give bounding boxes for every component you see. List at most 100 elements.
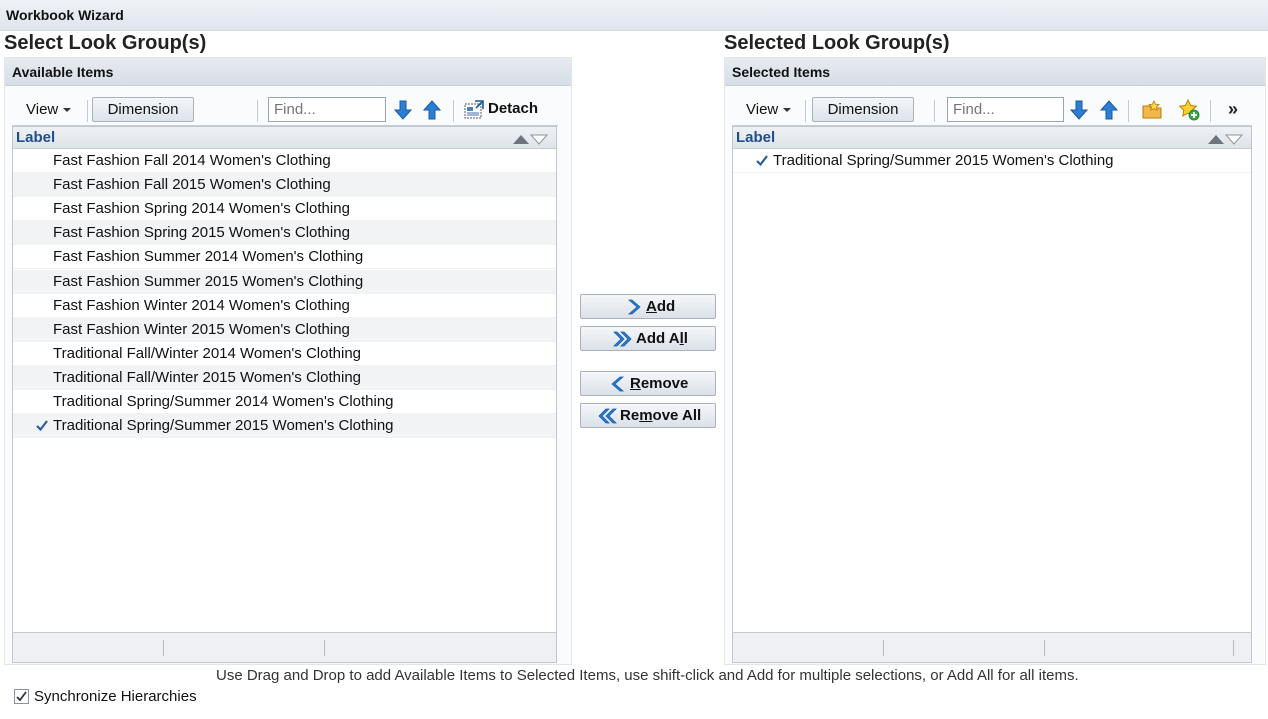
list-item-label: Fast Fashion Summer 2014 Women's Clothin… <box>53 248 364 266</box>
selected-items-title: Selected Items <box>732 64 831 80</box>
available-items-title: Available Items <box>12 64 114 80</box>
list-item-label: Fast Fashion Spring 2014 Women's Clothin… <box>53 200 350 218</box>
selected-items-table: Label Traditional Spring/Summer 2015 Wom… <box>732 126 1252 663</box>
list-item[interactable]: Fast Fashion Spring 2014 Women's Clothin… <box>13 197 556 222</box>
arrow-down-icon[interactable] <box>1068 99 1090 121</box>
view-menu[interactable]: View <box>26 101 72 118</box>
list-item-label: Traditional Spring/Summer 2015 Women's C… <box>53 417 394 435</box>
list-item-label: Traditional Spring/Summer 2015 Women's C… <box>773 152 1114 169</box>
list-item-label: Fast Fashion Winter 2015 Women's Clothin… <box>53 320 350 338</box>
chevron-down-icon <box>63 108 72 113</box>
synchronize-hierarchies-label: Synchronize Hierarchies <box>34 688 197 705</box>
checkmark-icon <box>16 691 27 702</box>
list-item-label: Fast Fashion Fall 2015 Women's Clothing <box>53 176 331 194</box>
sort-descending-icon <box>529 134 549 145</box>
list-item-label: Fast Fashion Spring 2015 Women's Clothin… <box>53 224 350 242</box>
list-item[interactable]: Fast Fashion Summer 2015 Women's Clothin… <box>13 269 556 294</box>
dimension-button[interactable]: Dimension <box>92 97 194 122</box>
toolbar-separator <box>934 100 935 122</box>
toolbar-separator <box>1210 100 1211 122</box>
available-items-table: Label Fast Fashion Fall 2014 Women's Clo… <box>12 126 557 663</box>
detach-icon <box>464 100 484 124</box>
sort-arrows[interactable] <box>1207 132 1244 150</box>
find-input[interactable] <box>268 97 386 122</box>
table-header: Label <box>13 127 556 149</box>
label-column-header[interactable]: Label <box>16 129 55 146</box>
add-label: Add <box>646 298 676 315</box>
toolbar-separator <box>805 100 806 122</box>
sort-arrows[interactable] <box>512 132 549 150</box>
list-item[interactable]: Traditional Fall/Winter 2015 Women's Clo… <box>13 365 556 390</box>
list-item[interactable]: Traditional Spring/Summer 2014 Women's C… <box>13 390 556 414</box>
available-items-toolbar: View Dimension Detach <box>12 96 558 126</box>
arrow-down-icon[interactable] <box>392 99 414 121</box>
available-items-header: Available Items <box>5 58 571 86</box>
list-item[interactable]: Fast Fashion Fall 2014 Women's Clothing <box>13 149 556 173</box>
arrow-up-icon[interactable] <box>1098 99 1120 121</box>
remove-label: Remove <box>630 375 689 392</box>
table-header: Label <box>733 127 1251 149</box>
view-menu[interactable]: View <box>746 101 792 118</box>
table-status-bar <box>13 632 556 662</box>
chevron-left-icon <box>610 375 626 397</box>
remove-all-button[interactable]: Remove All <box>580 403 716 428</box>
add-all-label: Add All <box>636 330 688 347</box>
status-separator <box>163 640 164 656</box>
toolbar-separator <box>87 100 88 122</box>
checkbox-box[interactable] <box>14 689 29 704</box>
double-chevron-left-icon <box>596 407 618 429</box>
dimension-button[interactable]: Dimension <box>812 97 914 122</box>
list-item[interactable]: Traditional Spring/Summer 2015 Women's C… <box>733 149 1251 173</box>
chevron-right-icon <box>626 298 642 320</box>
folder-star-icon[interactable] <box>1141 99 1163 121</box>
add-button[interactable]: Add <box>580 294 716 319</box>
drag-drop-hint: Use Drag and Drop to add Available Items… <box>216 667 1079 684</box>
list-item-label: Traditional Fall/Winter 2014 Women's Clo… <box>53 344 361 362</box>
list-item[interactable]: Fast Fashion Fall 2015 Women's Clothing <box>13 173 556 198</box>
list-item-label: Fast Fashion Winter 2014 Women's Clothin… <box>53 296 350 314</box>
list-item[interactable]: Fast Fashion Spring 2015 Women's Clothin… <box>13 221 556 246</box>
list-item-label: Fast Fashion Summer 2015 Women's Clothin… <box>53 272 364 290</box>
more-toolbar-button[interactable]: » <box>1228 99 1238 120</box>
double-chevron-right-icon <box>612 330 634 352</box>
list-item-label: Fast Fashion Fall 2014 Women's Clothing <box>53 152 331 169</box>
find-input[interactable] <box>947 97 1064 122</box>
status-separator <box>324 640 325 656</box>
status-separator <box>1044 640 1045 656</box>
checkmark-icon <box>755 153 769 171</box>
status-separator <box>1233 640 1234 656</box>
window-titlebar: Workbook Wizard <box>0 0 1268 31</box>
list-item-label: Traditional Fall/Winter 2015 Women's Clo… <box>53 368 361 386</box>
label-column-header[interactable]: Label <box>736 129 775 146</box>
checkmark-icon <box>35 418 49 436</box>
arrow-up-icon[interactable] <box>421 99 443 121</box>
add-all-button[interactable]: Add All <box>580 326 716 351</box>
list-item[interactable]: Fast Fashion Summer 2014 Women's Clothin… <box>13 245 556 270</box>
selected-items-panel: Selected Items View Dimension Find... » … <box>724 57 1266 665</box>
add-favorite-icon[interactable] <box>1178 99 1200 121</box>
list-item[interactable]: Fast Fashion Winter 2015 Women's Clothin… <box>13 317 556 342</box>
list-item[interactable]: Traditional Fall/Winter 2014 Women's Clo… <box>13 342 556 366</box>
status-separator <box>883 640 884 656</box>
detach-label: Detach <box>488 100 539 117</box>
chevron-down-icon <box>783 108 792 113</box>
list-item[interactable]: Traditional Spring/Summer 2015 Women's C… <box>13 414 556 439</box>
view-menu-label: View <box>26 101 59 118</box>
window-title: Workbook Wizard <box>6 7 124 23</box>
selected-items-toolbar: View Dimension » <box>732 96 1252 126</box>
toolbar-separator <box>453 100 454 122</box>
table-status-bar <box>733 632 1251 662</box>
toolbar-separator <box>257 100 258 122</box>
list-item-label: Traditional Spring/Summer 2014 Women's C… <box>53 393 394 410</box>
available-items-panel: Available Items View Dimension D <box>4 57 572 665</box>
selected-items-header: Selected Items <box>725 58 1265 86</box>
sort-ascending-icon <box>513 135 529 144</box>
sort-ascending-icon <box>1208 135 1224 144</box>
selected-look-groups-title: Selected Look Group(s) <box>724 32 950 54</box>
list-item[interactable]: Fast Fashion Winter 2014 Women's Clothin… <box>13 294 556 318</box>
remove-all-label: Remove All <box>620 407 702 424</box>
select-look-groups-title: Select Look Group(s) <box>4 32 207 54</box>
remove-button[interactable]: Remove <box>580 371 716 396</box>
view-menu-label: View <box>746 101 779 118</box>
toolbar-separator <box>1128 100 1129 122</box>
